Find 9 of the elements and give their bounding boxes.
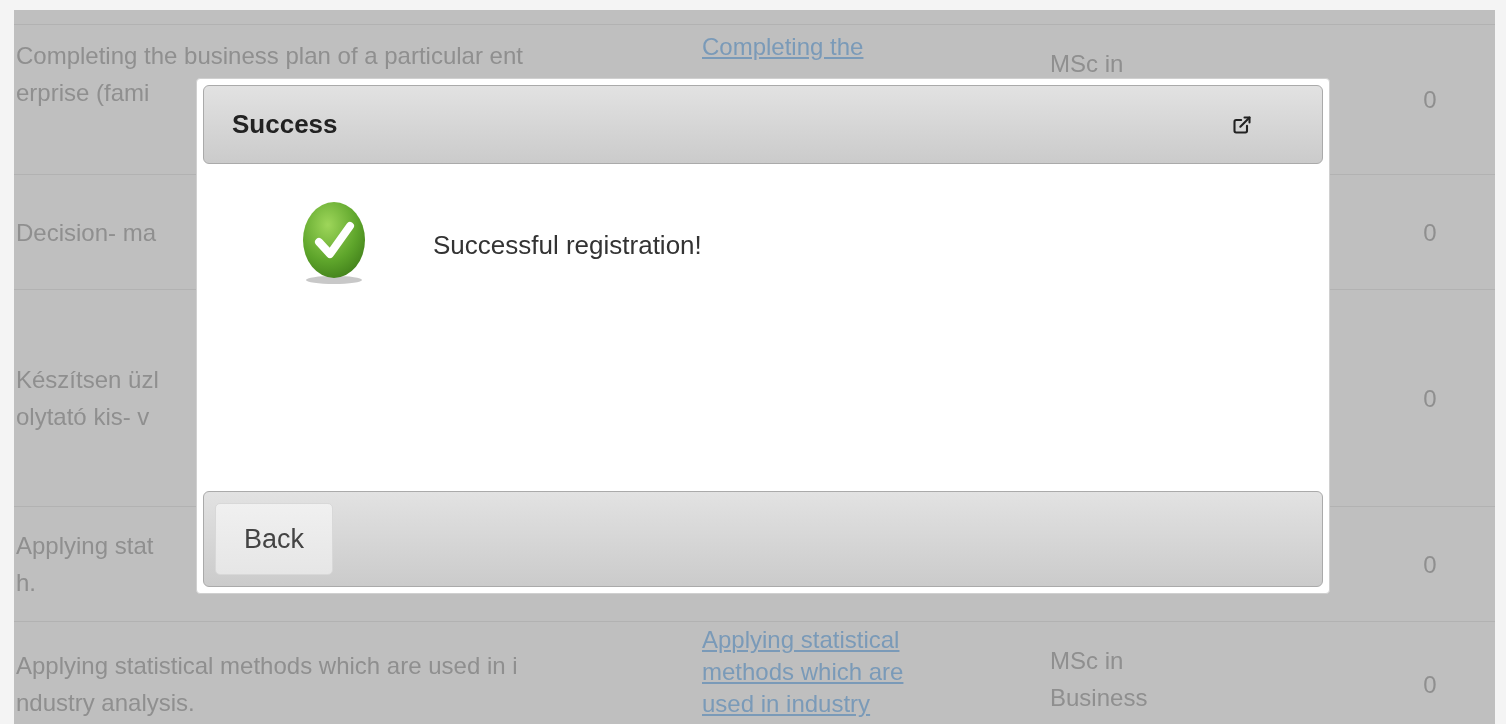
external-link-icon[interactable] — [1232, 114, 1252, 135]
back-button[interactable]: Back — [215, 503, 334, 575]
success-message: Successful registration! — [433, 229, 702, 262]
course-link[interactable]: Completing the — [702, 31, 864, 63]
course-link[interactable]: used in industry — [702, 688, 871, 720]
course-link[interactable]: methods which are — [702, 656, 904, 688]
dialog-title: Success — [232, 108, 338, 141]
success-check-icon — [301, 200, 367, 286]
course-link[interactable]: Applying statistical — [702, 624, 900, 656]
